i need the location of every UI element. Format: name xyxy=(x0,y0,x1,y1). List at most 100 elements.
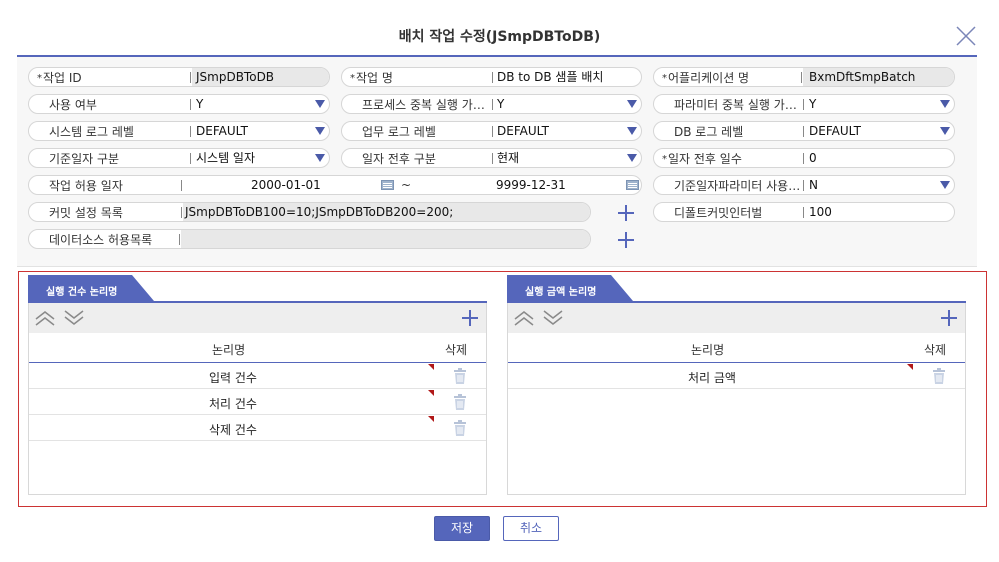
row-logical-name[interactable]: 처리 금액 xyxy=(688,369,736,386)
col-header-logical-name: 논리명 xyxy=(691,343,725,357)
col-header-delete: 삭제 xyxy=(445,343,468,357)
move-up-icon[interactable] xyxy=(35,310,55,326)
business-log-level-value: DEFAULT xyxy=(497,124,549,138)
date-before-after-type-select[interactable]: 일자 전후 구분 현재 xyxy=(341,148,642,168)
db-log-level-label: DB 로그 레벨 xyxy=(674,124,744,139)
edit-flag-marker xyxy=(428,416,434,422)
separator xyxy=(190,126,191,137)
required-mark: * xyxy=(37,72,42,84)
separator xyxy=(492,99,493,110)
separator xyxy=(190,99,191,110)
job-name-value: DB to DB 샘플 배치 xyxy=(497,70,604,84)
calendar-icon[interactable] xyxy=(381,180,394,190)
use-yn-select[interactable]: 사용 여부 Y xyxy=(28,94,330,114)
param-dup-exec-label: 파라미터 중복 실행 가능… xyxy=(674,97,802,112)
process-dup-exec-select[interactable]: 프로세스 중복 실행 가능… Y xyxy=(341,94,642,114)
business-log-level-select[interactable]: 업무 로그 레벨 DEFAULT xyxy=(341,121,642,141)
add-datasource-plus-icon[interactable] xyxy=(617,231,635,249)
cancel-button[interactable]: 취소 xyxy=(503,516,559,541)
edit-flag-marker xyxy=(428,390,434,396)
trash-icon[interactable] xyxy=(453,394,467,410)
system-log-level-select[interactable]: 시스템 로그 레벨 DEFAULT xyxy=(28,121,330,141)
table-row[interactable]: 처리 건수 xyxy=(29,389,486,415)
tab-amount-logical-name[interactable]: 실행 금액 논리명 xyxy=(507,275,966,301)
base-date-param-use-label: 기준일자파라미터 사용… xyxy=(674,178,801,193)
chevron-down-icon[interactable] xyxy=(940,181,950,189)
chevron-down-icon[interactable] xyxy=(627,154,637,162)
db-log-level-select[interactable]: DB 로그 레벨 DEFAULT xyxy=(653,121,955,141)
trash-icon[interactable] xyxy=(453,368,467,384)
separator xyxy=(803,99,804,110)
row-logical-name[interactable]: 처리 건수 xyxy=(209,395,257,412)
move-down-icon[interactable] xyxy=(64,310,84,326)
required-mark: * xyxy=(662,153,667,165)
table-row[interactable]: 처리 금액 xyxy=(508,363,965,389)
row-logical-name[interactable]: 삭제 건수 xyxy=(209,421,257,438)
chevron-down-icon[interactable] xyxy=(940,100,950,108)
separator xyxy=(803,153,804,164)
separator xyxy=(492,126,493,137)
datasource-allowed-list-label: 데이터소스 허용목록 xyxy=(49,232,153,247)
col-header-logical-name: 논리명 xyxy=(212,343,246,357)
chevron-down-icon[interactable] xyxy=(315,127,325,135)
separator xyxy=(492,153,493,164)
default-commit-interval-field[interactable]: 디폴트커밋인터벌 100 xyxy=(653,202,955,222)
add-row-plus-icon[interactable] xyxy=(940,309,958,327)
default-commit-interval-value: 100 xyxy=(809,205,832,219)
job-id-field[interactable]: *작업 ID JSmpDBToDB xyxy=(28,67,330,87)
base-date-type-value: 시스템 일자 xyxy=(196,151,256,165)
move-down-icon[interactable] xyxy=(543,310,563,326)
param-dup-exec-select[interactable]: 파라미터 중복 실행 가능… Y xyxy=(653,94,955,114)
separator xyxy=(803,126,804,137)
datasource-allowed-list-value xyxy=(181,230,590,248)
separator xyxy=(190,72,191,83)
chevron-down-icon[interactable] xyxy=(940,127,950,135)
db-log-level-value: DEFAULT xyxy=(809,124,861,138)
chevron-down-icon[interactable] xyxy=(627,100,637,108)
date-from-value[interactable]: 2000-01-01 xyxy=(251,176,331,194)
job-name-field[interactable]: *작업 명 DB to DB 샘플 배치 xyxy=(341,67,642,87)
move-up-icon[interactable] xyxy=(514,310,534,326)
trash-icon[interactable] xyxy=(453,420,467,436)
trash-icon[interactable] xyxy=(932,368,946,384)
base-date-type-label: 기준일자 구분 xyxy=(49,151,120,166)
date-to-value[interactable]: 9999-12-31 xyxy=(496,176,576,194)
calendar-icon[interactable] xyxy=(626,180,639,190)
grid-toolbar xyxy=(29,303,486,333)
table-row[interactable]: 삭제 건수 xyxy=(29,415,486,441)
close-icon[interactable] xyxy=(954,24,978,48)
application-name-field[interactable]: *어플리케이션 명 BxmDftSmpBatch xyxy=(653,67,955,87)
tab-label: 실행 금액 논리명 xyxy=(525,287,597,298)
date-before-after-days-field[interactable]: *일자 전후 일수 0 xyxy=(653,148,955,168)
separator xyxy=(179,234,180,245)
date-before-after-type-value: 현재 xyxy=(497,151,520,165)
process-dup-exec-label: 프로세스 중복 실행 가능… xyxy=(362,97,492,112)
tab-count-logical-name[interactable]: 실행 건수 논리명 xyxy=(28,275,487,301)
job-allowed-date-label: 작업 허용 일자 xyxy=(49,178,123,193)
table-row[interactable]: 입력 건수 xyxy=(29,363,486,389)
edit-flag-marker xyxy=(428,364,434,370)
count-logical-name-panel: 실행 건수 논리명 논리명 삭제 입력 건수 처리 건수 삭제 건수 xyxy=(28,275,487,495)
chevron-down-icon[interactable] xyxy=(315,100,325,108)
grid-toolbar xyxy=(508,303,965,333)
required-mark: * xyxy=(662,72,667,84)
base-date-param-use-select[interactable]: 기준일자파라미터 사용… N xyxy=(653,175,955,195)
tab-label: 실행 건수 논리명 xyxy=(46,287,118,298)
grid-header: 논리명 삭제 xyxy=(508,333,965,363)
chevron-down-icon[interactable] xyxy=(627,127,637,135)
job-allowed-date-range[interactable]: 작업 허용 일자 2000-01-01 ~ 9999-12-31 xyxy=(28,175,642,195)
count-grid: 논리명 삭제 입력 건수 처리 건수 삭제 건수 xyxy=(28,303,487,495)
grid-header: 논리명 삭제 xyxy=(29,333,486,363)
application-name-value: BxmDftSmpBatch xyxy=(803,68,954,86)
add-commit-setting-plus-icon[interactable] xyxy=(617,204,635,222)
commit-setting-list-field[interactable]: 커밋 설정 목록 JSmpDBToDB100=10;JSmpDBToDB200=… xyxy=(28,202,591,222)
separator xyxy=(803,180,804,191)
separator xyxy=(190,153,191,164)
save-button[interactable]: 저장 xyxy=(434,516,490,541)
datasource-allowed-list-field[interactable]: 데이터소스 허용목록 xyxy=(28,229,591,249)
chevron-down-icon[interactable] xyxy=(315,154,325,162)
base-date-type-select[interactable]: 기준일자 구분 시스템 일자 xyxy=(28,148,330,168)
row-logical-name[interactable]: 입력 건수 xyxy=(209,369,257,386)
date-before-after-days-label: *일자 전후 일수 xyxy=(662,151,742,166)
add-row-plus-icon[interactable] xyxy=(461,309,479,327)
